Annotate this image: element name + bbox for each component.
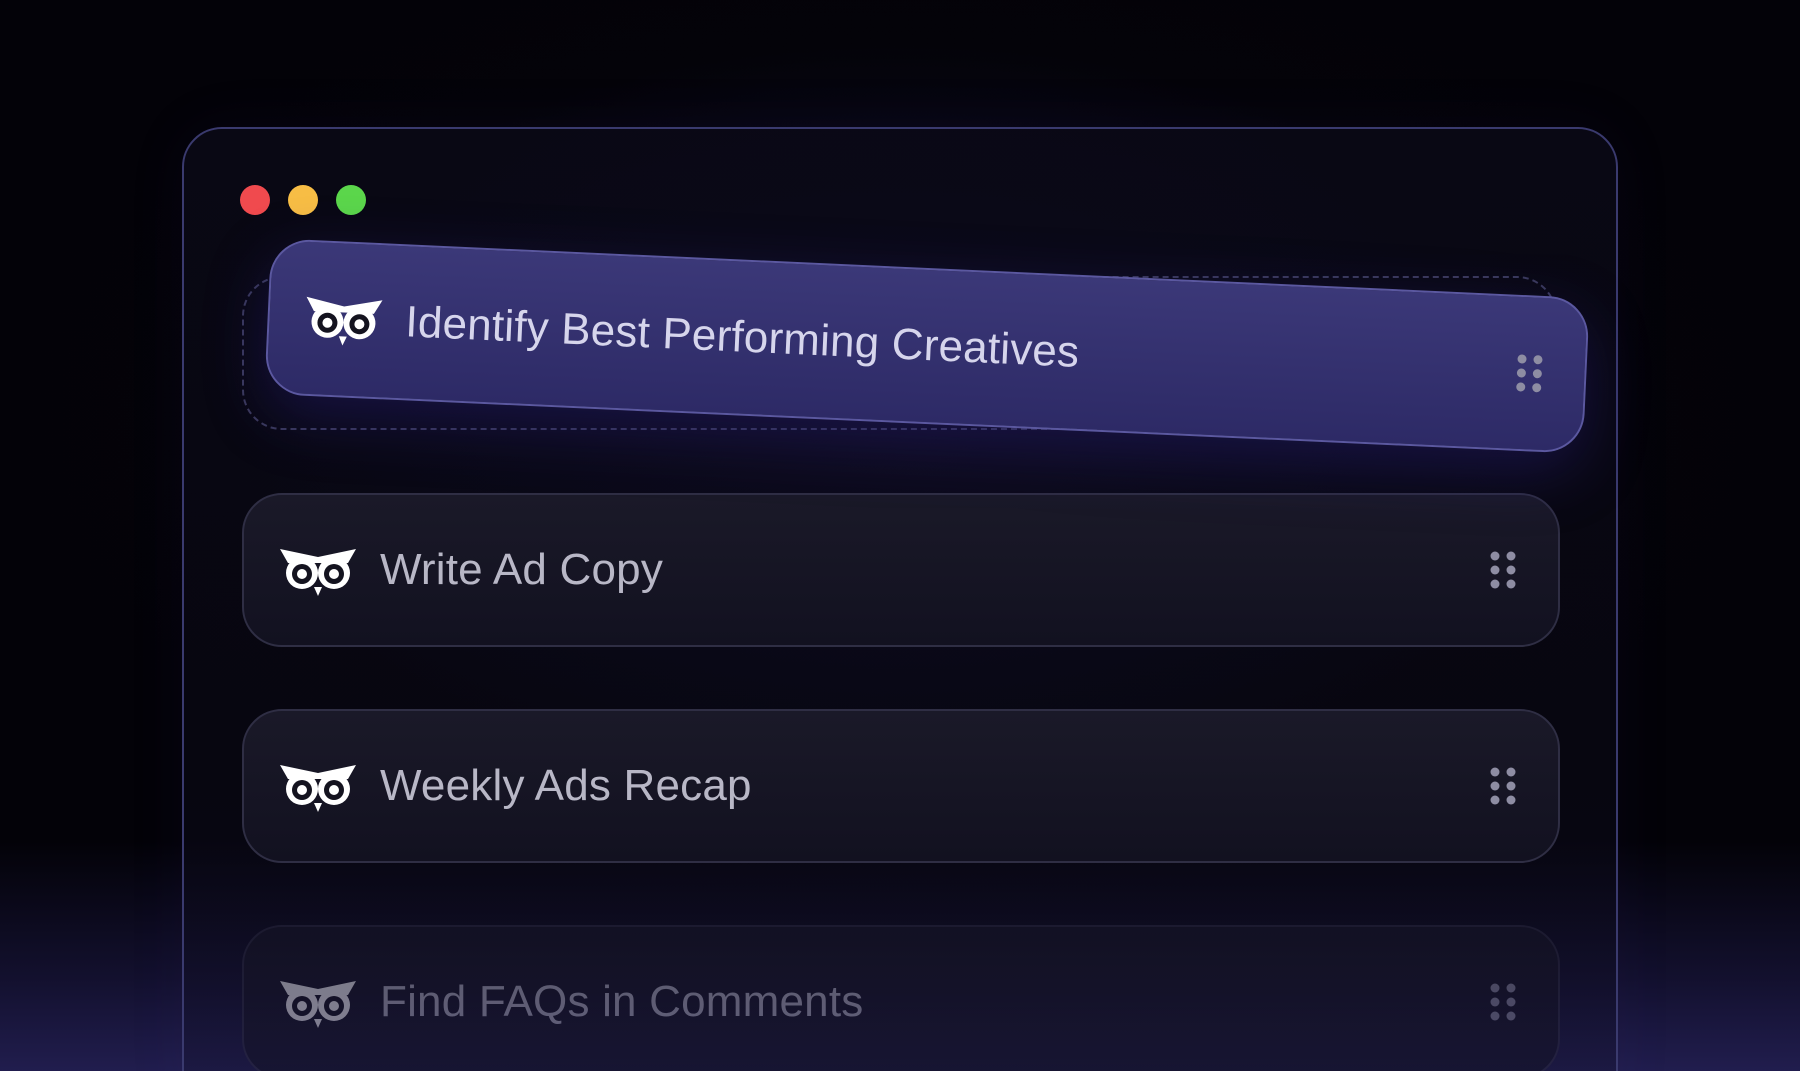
task-label: Identify Best Performing Creatives: [404, 297, 1081, 377]
owl-icon: [278, 543, 358, 597]
maximize-button[interactable]: [336, 185, 366, 215]
task-card[interactable]: Find FAQs in Comments: [242, 925, 1560, 1071]
owl-icon: [278, 975, 358, 1029]
grip-dots-icon[interactable]: [1513, 353, 1545, 394]
window-controls: [240, 185, 366, 215]
grip-dots-icon[interactable]: [1488, 982, 1518, 1022]
task-card[interactable]: Weekly Ads Recap: [242, 709, 1560, 863]
owl-icon: [302, 291, 384, 349]
minimize-button[interactable]: [288, 185, 318, 215]
grip-dots-icon[interactable]: [1488, 550, 1518, 590]
task-label: Find FAQs in Comments: [380, 977, 864, 1026]
close-button[interactable]: [240, 185, 270, 215]
task-label: Weekly Ads Recap: [380, 761, 752, 810]
task-label: Write Ad Copy: [380, 545, 664, 594]
owl-icon: [278, 759, 358, 813]
grip-dots-icon[interactable]: [1488, 766, 1518, 806]
task-card[interactable]: Write Ad Copy: [242, 493, 1560, 647]
